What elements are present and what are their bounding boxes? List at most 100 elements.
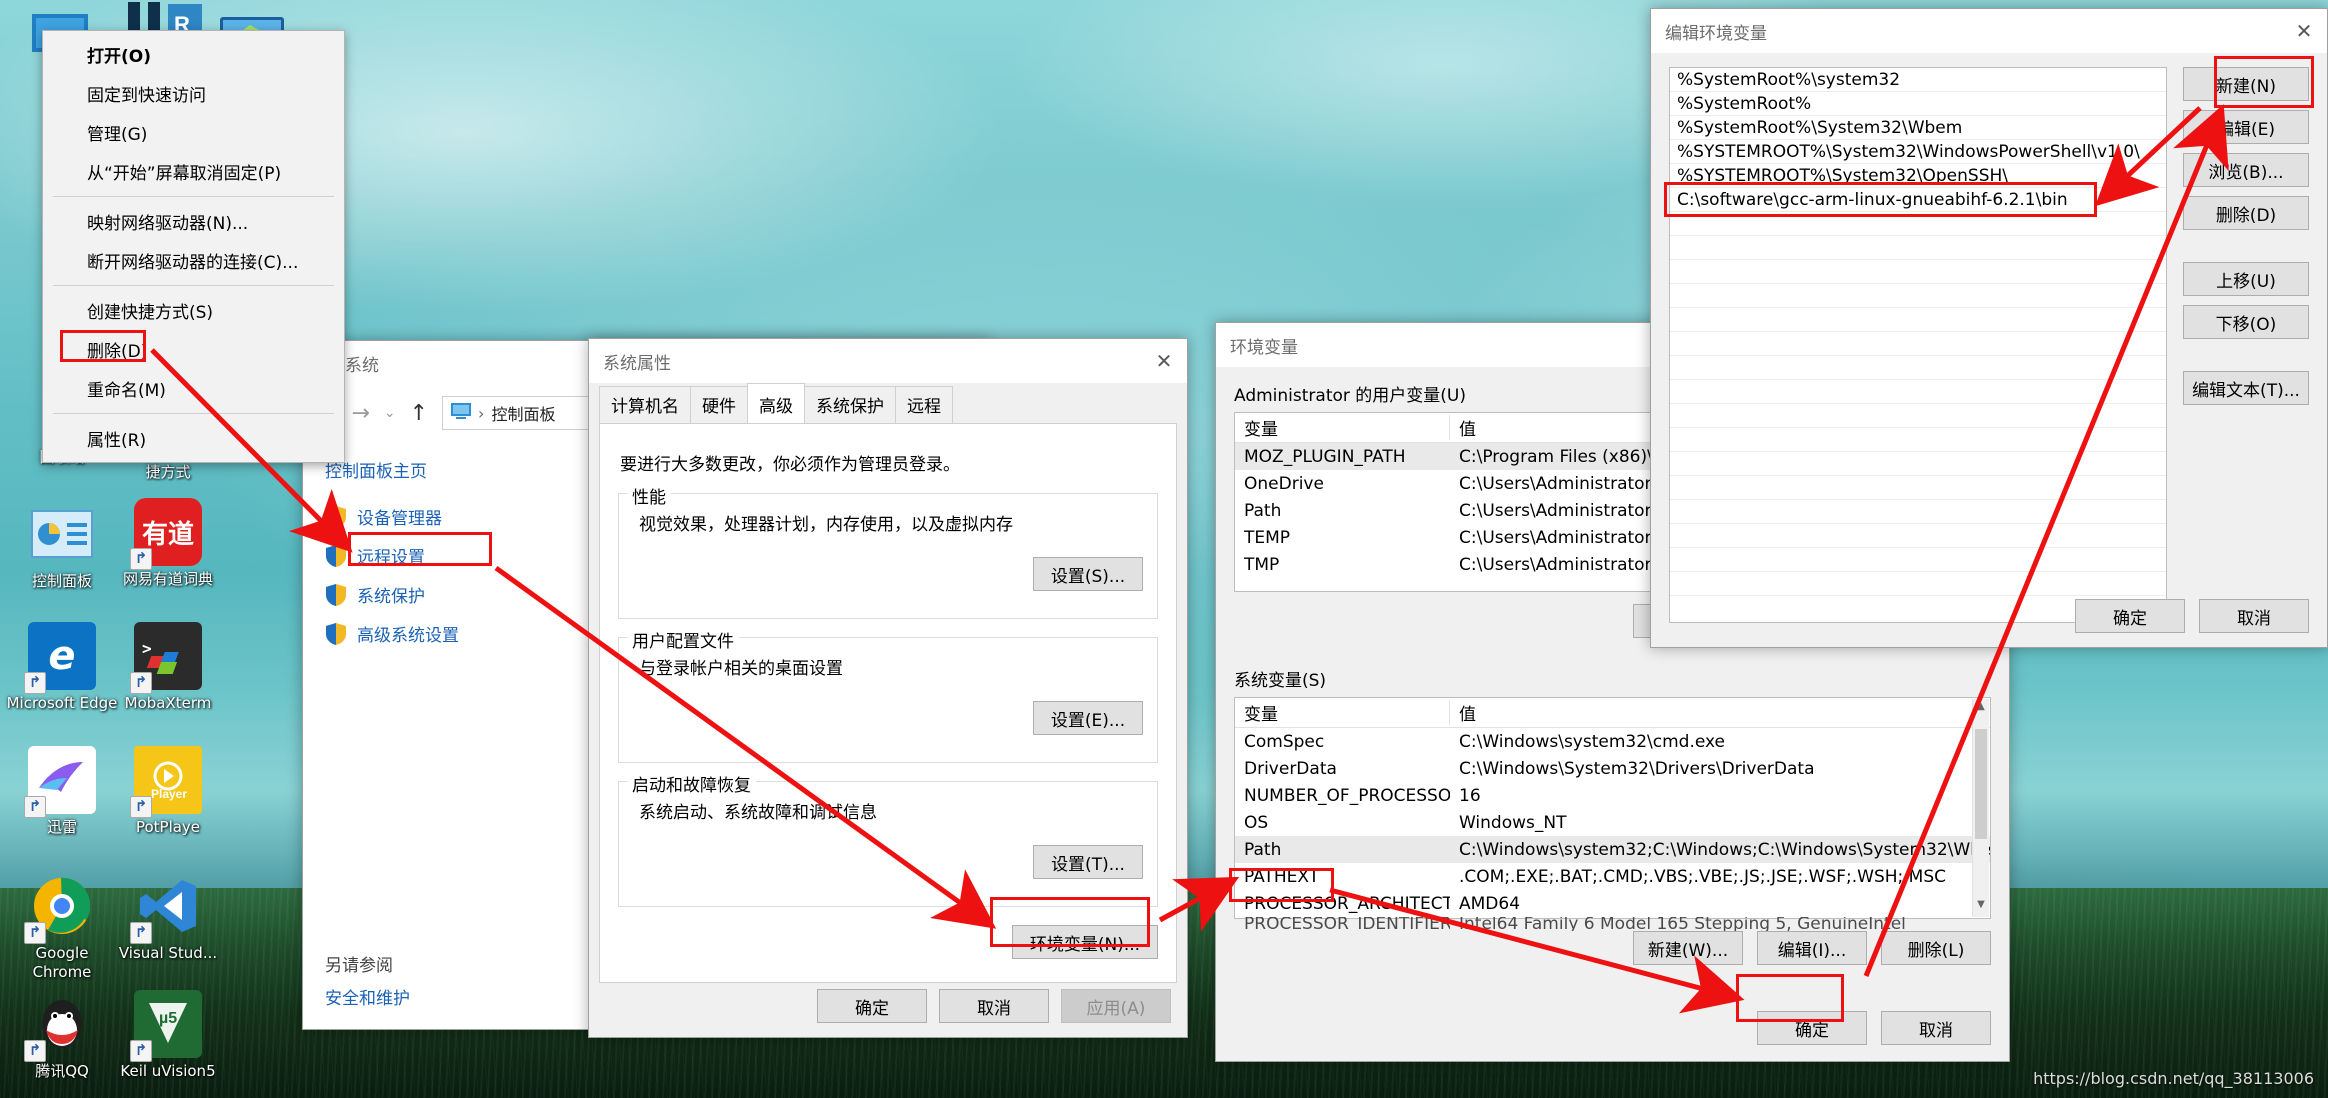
list-item[interactable] [1670,356,2166,380]
system-variables-scrollbar[interactable]: ▲ ▼ [1972,699,1989,917]
tab-computer-name[interactable]: 计算机名 [599,386,691,423]
list-item-highlighted[interactable]: C:\software\gcc-arm-linux-gnueabihf-6.2.… [1670,188,2166,212]
desktop-icon-keil-uvision5[interactable]: µ5 Keil uVision5 [112,990,224,1081]
column-header-value: 值 [1459,705,1476,725]
list-item[interactable]: %SYSTEMROOT%\System32\WindowsPowerShell\… [1670,140,2166,164]
table-row[interactable]: PATHEXT .COM;.EXE;.BAT;.CMD;.VBS;.VBE;.J… [1235,863,1990,890]
list-item[interactable] [1670,236,2166,260]
list-item[interactable] [1670,260,2166,284]
system-edit-button[interactable]: 编辑(I)... [1757,931,1867,965]
scrollbar-thumb[interactable] [1975,729,1987,839]
desktop-icon-chrome[interactable]: Google Chrome [6,872,118,982]
context-menu-item-map-network-drive[interactable]: 映射网络驱动器(N)... [43,202,344,241]
user-profiles-settings-button[interactable]: 设置(E)... [1033,701,1143,735]
sidebar-item-system-protection[interactable]: 系统保护 [325,582,573,607]
table-row[interactable]: PROCESSOR_IDENTIFIER Intel64 Family 6 Mo… [1235,917,1990,931]
desktop-icon-youdao-dict[interactable]: 有道 网易有道词典 [112,498,224,589]
path-entries-list[interactable]: %SystemRoot%\system32 %SystemRoot% %Syst… [1669,67,2167,623]
context-menu-item-open[interactable]: 打开(O) [43,35,344,74]
list-item[interactable]: %SYSTEMROOT%\System32\OpenSSH\ [1670,164,2166,188]
context-menu-item-pin-quick-access[interactable]: 固定到快速访问 [43,74,344,113]
list-item[interactable]: %SystemRoot%\system32 [1670,68,2166,92]
tab-advanced[interactable]: 高级 [747,383,805,423]
desktop-icon-edge[interactable]: e Microsoft Edge [6,622,118,713]
tab-system-protection[interactable]: 系统保护 [804,386,896,423]
startup-recovery-settings-button[interactable]: 设置(T)... [1033,845,1143,879]
table-row[interactable]: NUMBER_OF_PROCESSORS 16 [1235,782,1990,809]
context-menu-item-disconnect-network-drive[interactable]: 断开网络驱动器的连接(C)... [43,241,344,280]
ok-button[interactable]: 确定 [2075,599,2185,633]
context-menu-item-delete[interactable]: 删除(D) [43,330,344,369]
list-item[interactable] [1670,284,2166,308]
list-item[interactable] [1670,548,2166,572]
cancel-button[interactable]: 取消 [1881,1011,1991,1045]
system-properties-dialog[interactable]: 系统属性 ✕ 计算机名 硬件 高级 系统保护 远程 要进行大多数更改，你必须作为… [588,338,1188,1038]
system-new-button[interactable]: 新建(W)... [1633,931,1743,965]
sidebar-item-advanced-system-settings[interactable]: 高级系统设置 [325,621,573,646]
context-menu-item-rename[interactable]: 重命名(M) [43,369,344,408]
sidebar-item-device-manager[interactable]: 设备管理器 [325,504,573,529]
ok-button[interactable]: 确定 [817,989,927,1023]
desktop-icon-potplayer[interactable]: Player PotPlaye [112,746,224,837]
desktop-icon-control-panel[interactable]: 控制面板 [6,500,118,591]
list-item[interactable] [1670,524,2166,548]
system-properties-tabs[interactable]: 计算机名 硬件 高级 系统保护 远程 [589,383,1187,423]
context-menu-item-properties[interactable]: 属性(R) [43,419,344,458]
context-menu-item-manage[interactable]: 管理(G) [43,113,344,152]
list-item[interactable] [1670,332,2166,356]
close-icon[interactable]: ✕ [1141,339,1187,383]
ok-button[interactable]: 确定 [1757,1011,1867,1045]
breadcrumb[interactable]: 控制面板 [491,401,555,425]
context-menu-item-create-shortcut[interactable]: 创建快捷方式(S) [43,291,344,330]
tab-hardware[interactable]: 硬件 [690,386,748,423]
browse-button[interactable]: 浏览(B)... [2183,153,2309,187]
system-variables-table[interactable]: 变量 值 ComSpec C:\Windows\system32\cmd.exe… [1234,697,1991,931]
context-menu-item-unpin-start[interactable]: 从“开始”屏幕取消固定(P) [43,152,344,191]
table-row[interactable]: Path C:\Windows\system32;C:\Windows;C:\W… [1235,836,1990,863]
table-row[interactable]: OS Windows_NT [1235,809,1990,836]
tab-remote[interactable]: 远程 [895,386,953,423]
edit-text-button[interactable]: 编辑文本(T)... [2183,371,2309,405]
history-chevron-icon[interactable]: ⌄ [384,405,396,421]
sidebar-item-home[interactable]: 控制面板主页 [325,457,573,482]
list-item[interactable] [1670,500,2166,524]
desktop-icon-qq[interactable]: 腾讯QQ [6,990,118,1081]
delete-button[interactable]: 删除(D) [2183,196,2309,230]
list-item[interactable]: %SystemRoot%\System32\Wbem [1670,116,2166,140]
table-row[interactable]: ComSpec C:\Windows\system32\cmd.exe [1235,728,1990,755]
context-menu-separator [53,413,334,414]
list-item[interactable] [1670,428,2166,452]
new-button[interactable]: 新建(N) [2183,67,2309,101]
cancel-button[interactable]: 取消 [2199,599,2309,633]
desktop-icon-vscode[interactable]: Visual Stud... [112,872,224,963]
move-up-button[interactable]: 上移(U) [2183,262,2309,296]
desktop-icon-thunder[interactable]: 迅雷 [6,746,118,837]
performance-settings-button[interactable]: 设置(S)... [1033,557,1143,591]
sidebar-item-remote-settings[interactable]: 远程设置 [325,543,573,568]
see-also-link[interactable]: 安全和维护 [325,983,410,1015]
close-icon[interactable]: ✕ [2281,9,2327,53]
table-row[interactable]: DriverData C:\Windows\System32\Drivers\D… [1235,755,1990,782]
scroll-up-icon[interactable]: ▲ [1973,701,1989,717]
table-row[interactable]: PROCESSOR_ARCHITECTURE AMD64 [1235,890,1990,917]
list-item[interactable] [1670,212,2166,236]
desktop-icon-mobaxterm[interactable]: >_ MobaXterm [112,622,224,713]
edit-environment-variable-dialog[interactable]: 编辑环境变量 ✕ %SystemRoot%\system32 %SystemRo… [1650,8,2328,648]
list-item[interactable] [1670,452,2166,476]
list-item[interactable]: %SystemRoot% [1670,92,2166,116]
move-down-button[interactable]: 下移(O) [2183,305,2309,339]
list-item[interactable] [1670,404,2166,428]
edit-button[interactable]: 编辑(E) [2183,110,2309,144]
thunder-icon [24,746,96,818]
cancel-button[interactable]: 取消 [939,989,1049,1023]
list-item[interactable] [1670,476,2166,500]
system-delete-button[interactable]: 删除(L) [1881,931,1991,965]
list-item[interactable] [1670,308,2166,332]
list-item[interactable] [1670,380,2166,404]
forward-icon[interactable]: → [351,401,369,426]
list-item[interactable] [1670,572,2166,596]
scroll-down-icon[interactable]: ▼ [1973,899,1989,915]
desktop-context-menu[interactable]: 打开(O) 固定到快速访问 管理(G) 从“开始”屏幕取消固定(P) 映射网络驱… [42,30,345,463]
up-icon[interactable]: ↑ [410,401,428,426]
environment-variables-button[interactable]: 环境变量(N)... [1012,925,1158,959]
